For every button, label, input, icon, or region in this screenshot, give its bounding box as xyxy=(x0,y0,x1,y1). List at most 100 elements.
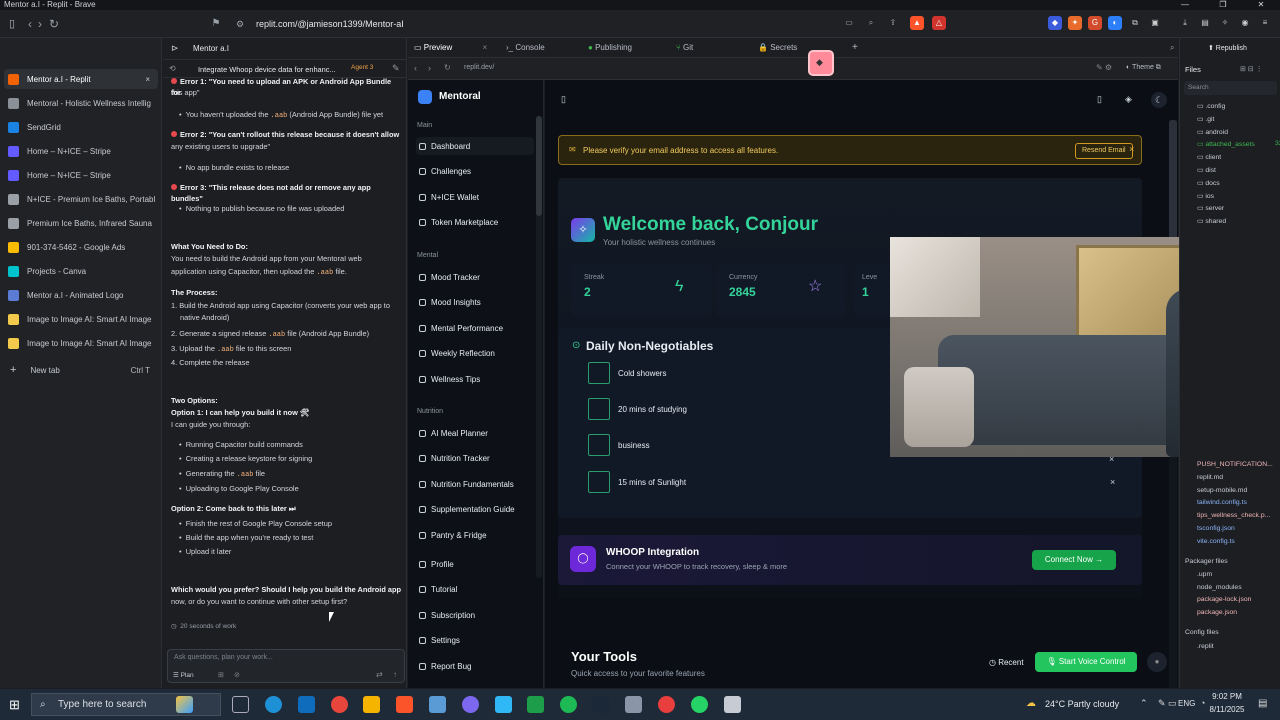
zoom-icon[interactable]: ⌕ xyxy=(864,16,878,30)
nav-item[interactable]: AI Meal Planner xyxy=(416,424,534,442)
spotify-icon[interactable] xyxy=(560,696,577,713)
folder-item[interactable]: ▭ .config xyxy=(1197,102,1225,110)
whatsapp-icon[interactable] xyxy=(691,696,708,713)
plan-mode-button[interactable]: ☰ Plan xyxy=(173,671,194,679)
file-item[interactable]: .upm xyxy=(1197,571,1212,578)
connect-now-button[interactable]: Connect Now → xyxy=(1032,550,1116,570)
bookmark-icon[interactable]: ⚑ xyxy=(208,16,224,32)
browser-tab[interactable]: SendGrid xyxy=(4,117,158,137)
new-tab-button[interactable]: + New tab Ctrl T xyxy=(4,360,158,380)
chat-input[interactable]: Ask questions, plan your work... ☰ Plan … xyxy=(167,649,405,683)
sidebar-toggle-icon[interactable]: ▯ xyxy=(561,94,566,105)
settings-icon[interactable]: ⇄ xyxy=(376,670,383,679)
extension-icon[interactable]: ◐ xyxy=(1108,16,1122,30)
send-icon[interactable]: ↑ xyxy=(393,670,397,679)
files-search[interactable]: Search xyxy=(1184,81,1277,95)
sidebar-toggle-icon[interactable]: ▯ xyxy=(4,16,20,32)
file-item[interactable]: package.json xyxy=(1197,609,1237,616)
nav-item[interactable]: Subscription xyxy=(416,606,534,624)
close-tab-icon[interactable]: × xyxy=(145,75,150,84)
folder-item[interactable]: ▭ .git xyxy=(1197,115,1214,123)
brave-shields-icon[interactable]: ▲ xyxy=(910,16,924,30)
file-item[interactable]: setup-mobile.md xyxy=(1197,487,1247,494)
folder-item[interactable]: ▭ client xyxy=(1197,153,1221,161)
nav-item[interactable]: Tutorial xyxy=(416,581,534,599)
tab-console[interactable]: ›_ Console xyxy=(500,38,545,58)
attach-icon[interactable]: ⊞ xyxy=(218,671,224,679)
nav-item[interactable]: Nutrition Tracker xyxy=(416,450,534,468)
tab-preview[interactable]: ▭ Preview × xyxy=(408,38,487,58)
tab-publishing[interactable]: ● Publishing xyxy=(582,38,632,58)
share-icon[interactable]: ⇪ xyxy=(886,16,900,30)
file-item[interactable]: vite.config.ts xyxy=(1197,538,1235,545)
folder-item[interactable]: ▭ attached_assets32 xyxy=(1197,140,1280,148)
browser-tab[interactable]: Image to Image AI: Smart AI Image xyxy=(4,333,158,353)
resend-email-button[interactable]: Resend Email xyxy=(1075,143,1133,159)
recent-button[interactable]: ◷ Recent xyxy=(989,658,1024,667)
steam-icon[interactable] xyxy=(592,696,609,713)
tray-chevron-icon[interactable]: ⌃ xyxy=(1140,698,1148,709)
sidebar-scrollbar[interactable] xyxy=(536,116,542,578)
tab-secrets[interactable]: 🔒 Secrets xyxy=(752,38,797,58)
folder-item[interactable]: ▭ shared xyxy=(1197,217,1226,225)
nav-item[interactable]: Wellness Tips xyxy=(416,370,534,388)
app-icon[interactable] xyxy=(462,696,479,713)
browser-tab[interactable]: Mentor a.I - Animated Logo xyxy=(4,285,158,305)
browser-tab[interactable]: Home – N+ICE – Stripe xyxy=(4,141,158,161)
extension-icon[interactable]: ✦ xyxy=(1068,16,1082,30)
file-explorer-icon[interactable] xyxy=(363,696,380,713)
new-chat-icon[interactable]: ✎ xyxy=(392,63,400,74)
minimize-icon[interactable]: — xyxy=(1166,0,1204,10)
clock-time[interactable]: 9:02 PM xyxy=(1207,692,1247,701)
tab-git[interactable]: ⑂ Git xyxy=(670,38,693,58)
weather-text[interactable]: 24°C Partly cloudy xyxy=(1045,699,1119,709)
history-icon[interactable]: ⟲ xyxy=(169,64,176,73)
file-item[interactable]: package-lock.json xyxy=(1197,596,1251,603)
app-icon[interactable] xyxy=(429,696,446,713)
task-view-icon[interactable] xyxy=(232,696,249,713)
moon-icon[interactable]: ☾ xyxy=(1151,92,1167,108)
mic-icon[interactable]: ● xyxy=(1147,652,1167,672)
language-indicator[interactable]: ENG xyxy=(1178,699,1195,708)
clock-date[interactable]: 8/11/2025 xyxy=(1202,705,1252,714)
download-icon[interactable]: ⤓ xyxy=(1178,16,1192,30)
sidebar-panel-icon[interactable]: ▤ xyxy=(1198,16,1212,30)
notification-icon[interactable]: ▤ xyxy=(1258,698,1267,709)
extension-icon[interactable]: ◆ xyxy=(1048,16,1062,30)
file-item[interactable]: PUSH_NOTIFICATION... xyxy=(1197,461,1273,468)
app-icon[interactable] xyxy=(625,696,642,713)
browser-tab[interactable]: Image to Image AI: Smart AI Image xyxy=(4,309,158,329)
nav-item[interactable]: Pantry & Fridge xyxy=(416,526,534,544)
nav-item[interactable]: Profile xyxy=(416,555,534,573)
nav-item[interactable]: Mental Performance xyxy=(416,319,534,337)
file-item[interactable]: tailwind.config.ts xyxy=(1197,499,1247,506)
file-item[interactable]: node_modules xyxy=(1197,584,1242,591)
theme-button[interactable]: ◐ Theme ⧉ xyxy=(1126,64,1161,72)
app-icon[interactable] xyxy=(495,696,512,713)
close-icon[interactable]: ✕ xyxy=(1242,0,1280,10)
extension-icon[interactable]: G xyxy=(1088,16,1102,30)
collapse-icon[interactable]: ⊳ xyxy=(171,43,179,54)
search-icon[interactable]: ⌕ xyxy=(1170,43,1174,53)
browser-tab[interactable]: 901-374-5462 - Google Ads xyxy=(4,237,158,257)
nav-item[interactable]: Weekly Reflection xyxy=(416,345,534,363)
brave-icon[interactable] xyxy=(396,696,413,713)
menu-icon[interactable]: ≡ xyxy=(1258,16,1272,30)
folder-item[interactable]: ▭ docs xyxy=(1197,179,1220,187)
add-tab-icon[interactable]: + xyxy=(846,38,858,58)
preview-url[interactable]: replit.dev/ xyxy=(464,64,494,71)
file-item[interactable]: .replit xyxy=(1197,643,1214,650)
file-item[interactable]: tips_wellness_check.p... xyxy=(1197,512,1270,519)
delete-icon[interactable]: × xyxy=(1109,454,1114,464)
excel-icon[interactable] xyxy=(527,696,544,713)
folder-item[interactable]: ▭ dist xyxy=(1197,166,1216,174)
checkbox[interactable] xyxy=(588,362,610,384)
app-icon[interactable] xyxy=(724,696,741,713)
site-info-icon[interactable]: ⚙ xyxy=(236,15,244,33)
reload-icon[interactable]: ↻ xyxy=(444,63,451,72)
browser-tab[interactable]: Projects - Canva xyxy=(4,261,158,281)
browser-tab[interactable]: N+ICE - Premium Ice Baths, Portabl xyxy=(4,189,158,209)
nav-item[interactable]: Dashboard xyxy=(416,137,534,155)
nav-item[interactable]: Report Bug xyxy=(416,657,534,675)
reload-icon[interactable]: ↻ xyxy=(46,16,62,32)
